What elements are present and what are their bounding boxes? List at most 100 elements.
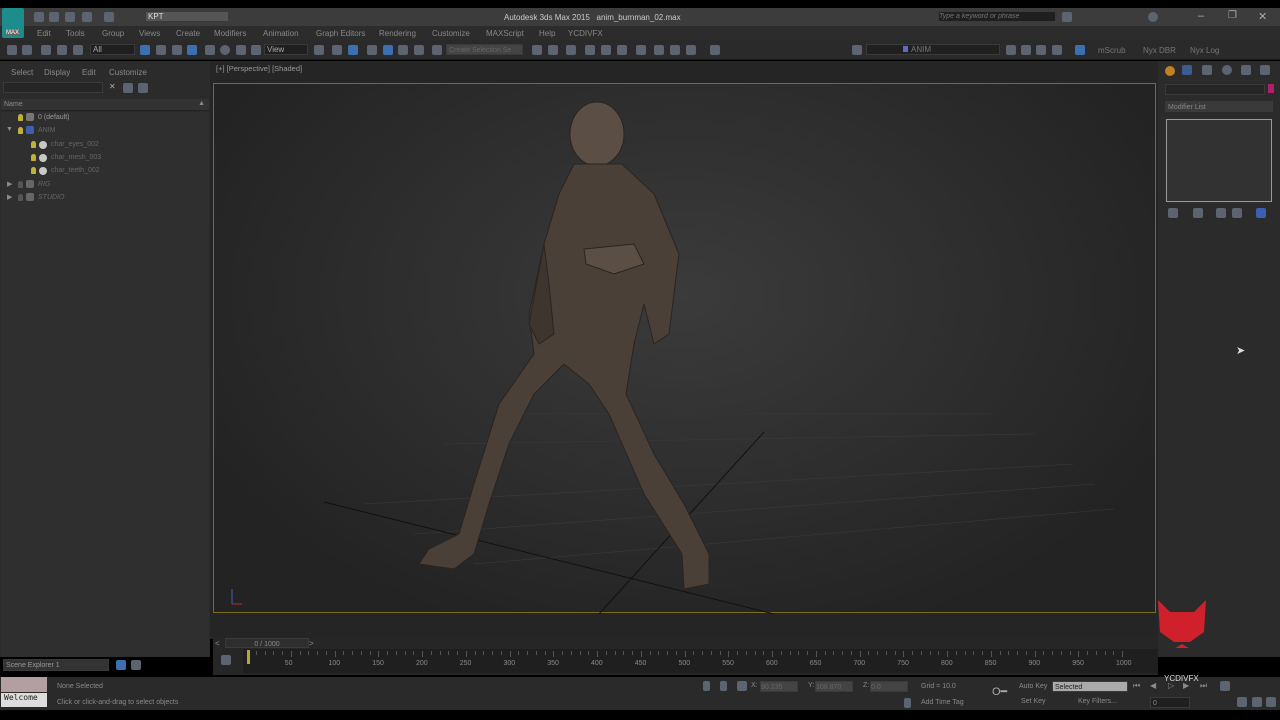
mscrub-button[interactable]: mScrub: [1098, 46, 1126, 55]
x-coordinate-field[interactable]: 90.235: [760, 681, 798, 692]
menu-group[interactable]: Group: [102, 29, 124, 38]
modifier-stack[interactable]: [1166, 119, 1272, 202]
explorer-tab-select[interactable]: Select: [11, 68, 33, 77]
help-icon[interactable]: [1148, 12, 1158, 22]
pivot-center-icon[interactable]: [314, 45, 324, 55]
named-selection-set-select[interactable]: Create Selection Se: [446, 44, 523, 55]
scale-icon[interactable]: [236, 45, 246, 55]
light-bulb-icon[interactable]: [31, 167, 36, 174]
sort-by-layer-icon[interactable]: [116, 660, 126, 670]
filter-icon[interactable]: [123, 83, 133, 93]
layer-tool-icon[interactable]: [852, 45, 862, 55]
pan-view-icon[interactable]: [1237, 697, 1247, 707]
move-icon[interactable]: [205, 45, 215, 55]
set-current-layer-icon[interactable]: [1052, 45, 1062, 55]
maxscript-listener-color[interactable]: [1, 677, 47, 692]
explorer-tab-display[interactable]: Display: [44, 68, 70, 77]
menu-edit[interactable]: Edit: [37, 29, 51, 38]
script-icon[interactable]: [1075, 45, 1085, 55]
scene-explorer-icon[interactable]: [585, 45, 595, 55]
tree-item-layer-rig[interactable]: ▶ RIG: [1, 179, 206, 192]
rendered-frame-window-icon[interactable]: [670, 45, 680, 55]
light-bulb-icon[interactable]: [18, 127, 23, 134]
tree-item-layer-studio[interactable]: ▶ STUDIO: [1, 192, 206, 205]
prev-frame-button[interactable]: <: [215, 639, 220, 648]
viewport-label[interactable]: [+] [Perspective] [Shaded]: [216, 64, 302, 73]
select-by-name-icon[interactable]: [156, 45, 166, 55]
select-object-icon[interactable]: [140, 45, 150, 55]
minimize-button[interactable]: –: [1198, 10, 1204, 22]
track-bar[interactable]: 50 100 150 200 250 300 350 400 450 500 550 600 650 70…: [243, 649, 1158, 673]
spinner-snap-icon[interactable]: [414, 45, 424, 55]
explorer-tab-customize[interactable]: Customize: [109, 68, 147, 77]
tree-item-object[interactable]: char_teeth_002: [1, 165, 206, 178]
percent-snap-icon[interactable]: [398, 45, 408, 55]
z-coordinate-field[interactable]: 0.0: [870, 681, 908, 692]
auto-key-button[interactable]: Auto Key: [1019, 683, 1047, 690]
light-bulb-icon[interactable]: [18, 181, 23, 188]
key-filters-button[interactable]: Key Filters...: [1078, 698, 1117, 705]
menu-rendering[interactable]: Rendering: [379, 29, 416, 38]
maxscript-mini-listener[interactable]: Welcome: [1, 693, 47, 707]
clear-search-icon[interactable]: ✕: [109, 82, 116, 91]
isolate-selection-icon[interactable]: [703, 681, 710, 691]
key-mode-select[interactable]: Selected: [1052, 681, 1128, 692]
current-frame-field[interactable]: 0: [1150, 697, 1190, 708]
redo-icon[interactable]: [22, 45, 32, 55]
menu-customize[interactable]: Customize: [432, 29, 470, 38]
go-to-end-button[interactable]: ⏭: [1200, 681, 1207, 691]
show-end-result-icon[interactable]: [1193, 208, 1203, 218]
open-mini-curve-editor-icon[interactable]: [221, 655, 231, 665]
align-icon[interactable]: [548, 45, 558, 55]
menu-create[interactable]: Create: [176, 29, 200, 38]
new-layer-icon[interactable]: [1006, 45, 1016, 55]
orbit-icon[interactable]: [1252, 697, 1262, 707]
curve-editor-icon[interactable]: [601, 45, 611, 55]
layer-options-icon[interactable]: [138, 83, 148, 93]
select-in-layer-icon[interactable]: [1036, 45, 1046, 55]
make-unique-icon[interactable]: [1216, 208, 1226, 218]
mirror-icon[interactable]: [532, 45, 542, 55]
redo-icon[interactable]: [104, 12, 114, 22]
expand-arrow-icon[interactable]: ▼: [6, 126, 13, 133]
expand-arrow-icon[interactable]: ▶: [7, 180, 12, 188]
explorer-tab-edit[interactable]: Edit: [82, 68, 96, 77]
remove-modifier-icon[interactable]: [1232, 208, 1242, 218]
open-file-icon[interactable]: [49, 12, 59, 22]
binoculars-icon[interactable]: [1062, 12, 1072, 22]
add-to-layer-icon[interactable]: [1021, 45, 1031, 55]
menu-views[interactable]: Views: [139, 29, 160, 38]
search-input[interactable]: [938, 11, 1056, 22]
material-editor-icon[interactable]: [636, 45, 646, 55]
rectangle-selection-icon[interactable]: [172, 45, 182, 55]
configure-modifier-sets-icon[interactable]: [1256, 208, 1266, 218]
snap-toggle-icon[interactable]: [367, 45, 377, 55]
new-file-icon[interactable]: [34, 12, 44, 22]
key-icon[interactable]: O━: [992, 685, 1007, 698]
create-tab-icon[interactable]: [1165, 66, 1175, 76]
current-frame-marker[interactable]: [247, 650, 250, 664]
menu-graph-editors[interactable]: Graph Editors: [316, 29, 365, 38]
render-setup-icon[interactable]: [654, 45, 664, 55]
sort-by-hierarchy-icon[interactable]: [131, 660, 141, 670]
absolute-mode-icon[interactable]: [737, 681, 747, 691]
save-icon[interactable]: [65, 12, 75, 22]
keyboard-shortcut-icon[interactable]: [348, 45, 358, 55]
light-bulb-icon[interactable]: [31, 154, 36, 161]
nyx-dbr-button[interactable]: Nyx DBR: [1143, 46, 1176, 55]
tree-item-object[interactable]: char_mesh_003: [1, 152, 206, 165]
close-button[interactable]: ✕: [1258, 10, 1267, 23]
rotate-icon[interactable]: [220, 45, 230, 55]
perspective-viewport[interactable]: [213, 83, 1156, 615]
light-bulb-icon[interactable]: [18, 114, 23, 121]
explorer-column-header[interactable]: Name ▲: [1, 99, 209, 111]
reference-coordinate-select[interactable]: View: [264, 44, 308, 55]
undo-icon[interactable]: [7, 45, 17, 55]
go-to-start-button[interactable]: ⏮: [1133, 681, 1140, 691]
menu-animation[interactable]: Animation: [263, 29, 299, 38]
lock-selection-icon[interactable]: [720, 681, 727, 691]
render-icon[interactable]: [686, 45, 696, 55]
hierarchy-tab-icon[interactable]: [1202, 65, 1212, 75]
menu-tools[interactable]: Tools: [66, 29, 85, 38]
time-slider-thumb[interactable]: 0 / 1000: [225, 638, 309, 648]
